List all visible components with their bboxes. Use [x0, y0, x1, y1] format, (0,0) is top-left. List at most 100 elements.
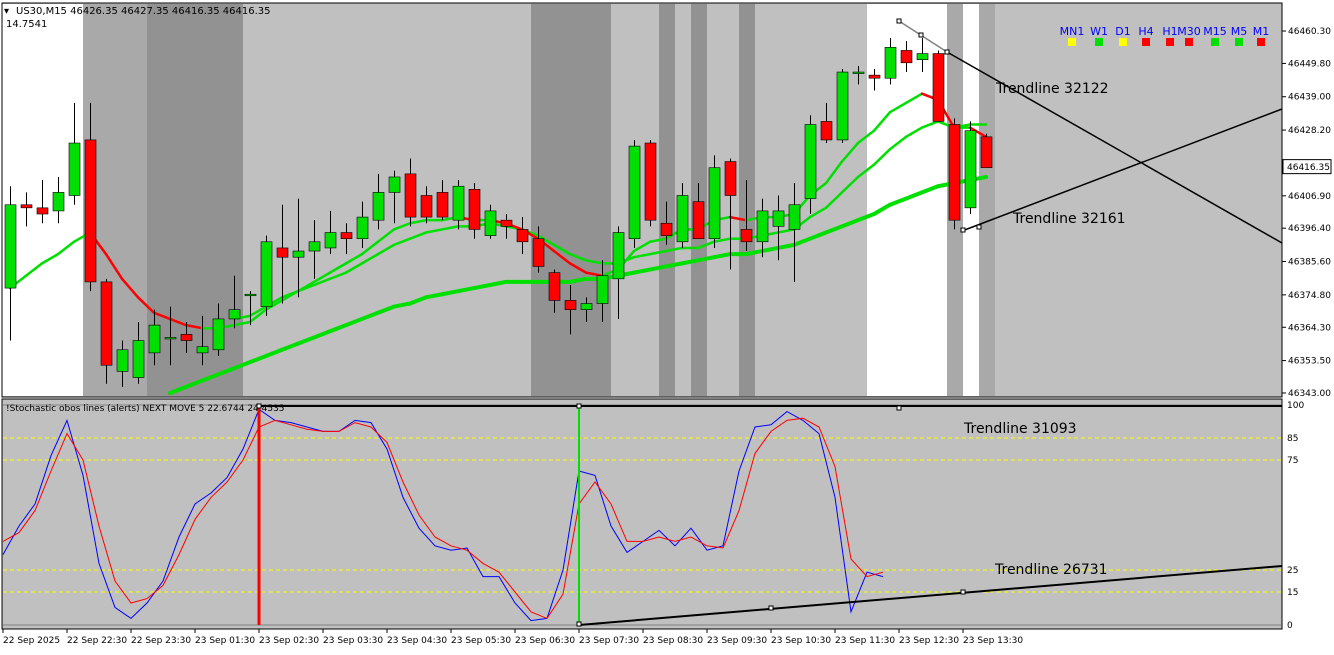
candle-body	[676, 195, 689, 243]
timeframe-status-box	[1142, 38, 1150, 46]
time-tick-label: 23 Sep 07:30	[579, 636, 639, 646]
candle-body	[20, 204, 33, 209]
price-tick-label: 46385.60	[1288, 258, 1331, 268]
candle[interactable]	[948, 118, 961, 230]
candle-body	[484, 210, 497, 236]
trendline-handle[interactable]	[918, 32, 924, 38]
trendline-handle[interactable]	[896, 405, 902, 411]
stochastic-level-label: 25	[1287, 566, 1298, 576]
collapse-arrow-icon[interactable]: ▾	[4, 6, 9, 17]
time-tick-label: 23 Sep 12:30	[899, 636, 959, 646]
candle-body	[660, 222, 673, 236]
time-tick-label: 23 Sep 09:30	[707, 636, 767, 646]
candle-body	[900, 50, 913, 64]
candle-body	[756, 210, 769, 243]
candle[interactable]	[628, 139, 641, 248]
price-tick-label: 46460.30	[1288, 27, 1331, 37]
price-tick-label: 46374.80	[1288, 291, 1331, 301]
time-tick-label: 23 Sep 02:30	[259, 636, 319, 646]
candle-body	[308, 241, 321, 252]
price-tick-label: 46428.20	[1288, 126, 1331, 136]
candle-body	[324, 232, 337, 249]
trendline-handle[interactable]	[960, 227, 966, 233]
candle-body	[724, 161, 737, 196]
trendline-label-32161: Trendline 32161	[1012, 211, 1126, 227]
candle-body	[708, 167, 721, 239]
candle-body	[196, 346, 209, 354]
candle-body	[340, 232, 353, 239]
candle-body	[516, 229, 529, 243]
time-tick-label: 23 Sep 06:30	[515, 636, 575, 646]
timeframe-label: W1	[1090, 25, 1108, 38]
chart-canvas[interactable]: ▾ US30,M15 46426.35 46427.35 46416.35 46…	[0, 0, 1334, 651]
stochastic-level-label: 100	[1287, 401, 1304, 411]
candle-body	[628, 145, 641, 239]
trendline-handle[interactable]	[896, 18, 902, 24]
candle[interactable]	[708, 155, 721, 248]
candle[interactable]	[260, 235, 273, 316]
candle-body	[356, 216, 369, 239]
time-tick-label: 23 Sep 11:30	[835, 636, 895, 646]
candle-body	[244, 293, 257, 297]
candle-body	[916, 53, 929, 61]
candle-body	[212, 318, 225, 351]
trendline-handle[interactable]	[576, 621, 582, 627]
current-price-label: 46416.35	[1287, 163, 1330, 173]
trendline-handle[interactable]	[960, 589, 966, 595]
timeframe-status-box	[1119, 38, 1127, 46]
timeframe-label: H4	[1138, 25, 1153, 38]
timeframe-status-box	[1211, 38, 1219, 46]
time-tick-label: 23 Sep 13:30	[963, 636, 1023, 646]
stochastic-level-label: 75	[1287, 456, 1298, 466]
session-band	[979, 4, 995, 396]
candle-body	[884, 47, 897, 79]
timeframe-status-box	[1166, 38, 1174, 46]
timeframe-label: D1	[1115, 25, 1130, 38]
stochastic-level-label: 15	[1287, 588, 1298, 598]
candle-body	[84, 139, 97, 283]
candle-body	[580, 303, 593, 310]
candle[interactable]	[836, 68, 849, 144]
candle-body	[804, 124, 817, 199]
candle-body	[596, 275, 609, 304]
trendline-handle[interactable]	[768, 605, 774, 611]
candle-body	[980, 136, 993, 169]
candle[interactable]	[644, 139, 657, 227]
candle-body	[148, 324, 161, 354]
candle-body	[404, 173, 417, 218]
candle[interactable]	[980, 133, 993, 169]
price-tick-label: 46396.40	[1288, 224, 1331, 234]
timeframe-label: MN1	[1060, 25, 1085, 38]
candle-body	[228, 309, 241, 320]
time-tick-label: 23 Sep 01:30	[195, 636, 255, 646]
candle-body	[548, 272, 561, 301]
trendline-handle[interactable]	[576, 403, 582, 409]
trendline-handle[interactable]	[944, 49, 950, 55]
indicator-value: 14.7541	[6, 19, 47, 30]
trendline-label-31093: Trendline 31093	[963, 421, 1077, 437]
time-tick-label: 22 Sep 2025	[3, 636, 60, 646]
stochastic-level-label: 0	[1287, 621, 1293, 631]
candle-body	[644, 142, 657, 221]
candle-body	[468, 189, 481, 230]
time-tick-label: 23 Sep 04:30	[387, 636, 447, 646]
candle-body	[452, 185, 465, 221]
stochastic-pane[interactable]	[1, 398, 1283, 630]
trendline-handle[interactable]	[976, 224, 982, 230]
candle[interactable]	[932, 50, 945, 122]
price-tick-label: 46449.80	[1288, 59, 1331, 69]
candle-body	[100, 281, 113, 366]
price-tick-label: 46439.00	[1288, 93, 1331, 103]
candle-body	[772, 210, 785, 227]
candle-body	[948, 124, 961, 221]
candle[interactable]	[964, 121, 977, 215]
timeframe-status-box	[1257, 38, 1265, 46]
candle-body	[788, 204, 801, 230]
candle-body	[164, 337, 177, 340]
timeframe-status-box	[1068, 38, 1076, 46]
candle-body	[276, 247, 289, 258]
candle-body	[612, 232, 625, 280]
time-tick-label: 23 Sep 03:30	[323, 636, 383, 646]
time-tick-label: 22 Sep 22:30	[67, 636, 127, 646]
candle-body	[68, 142, 81, 196]
